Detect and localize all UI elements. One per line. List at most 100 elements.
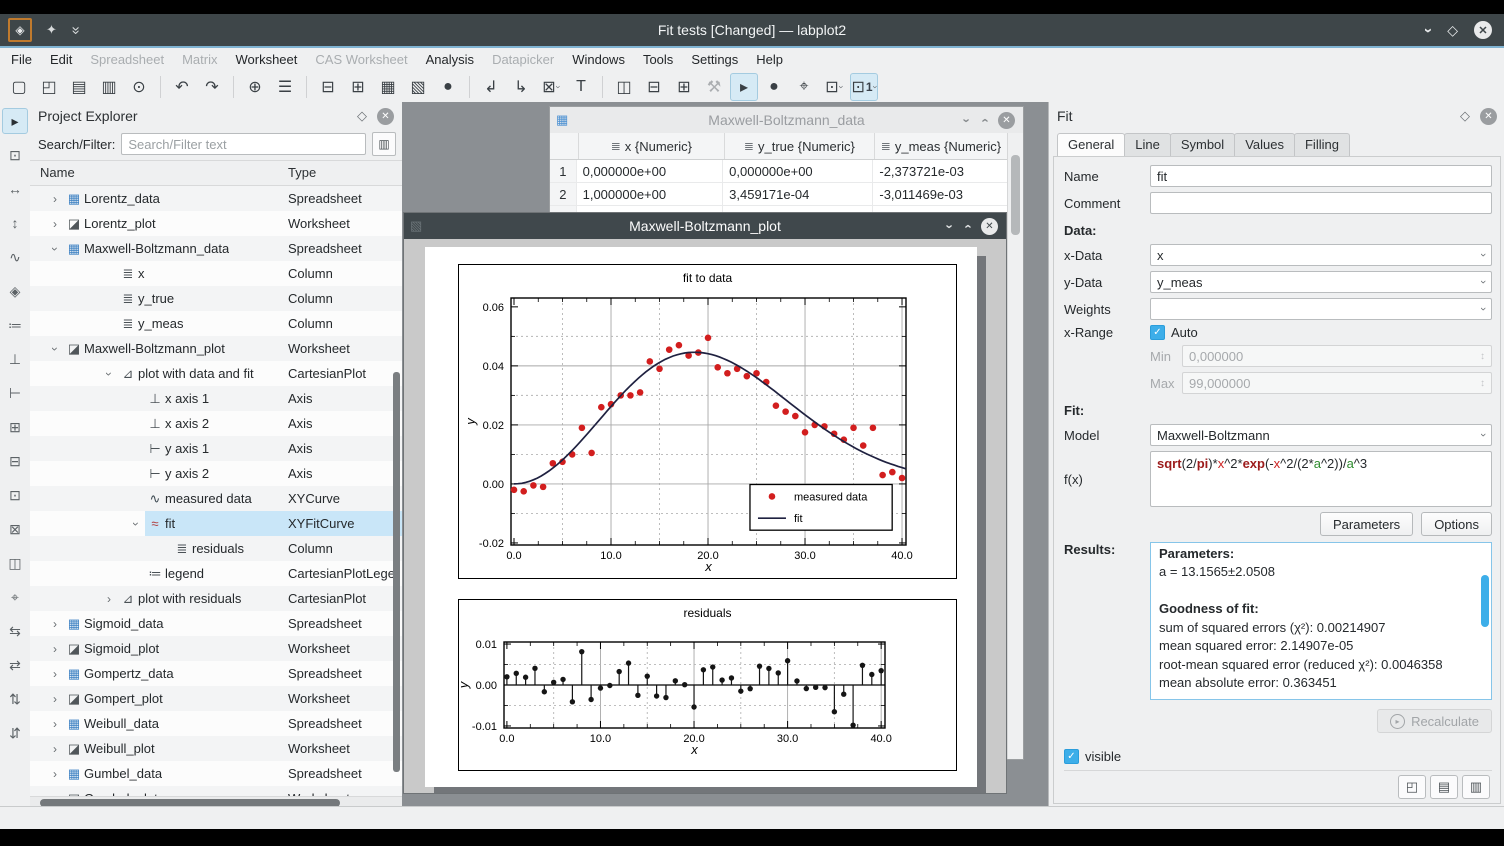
add-text-label-button[interactable]: T [567,73,595,101]
worksheet-page[interactable]: fit to data0.010.020.030.040.0-0.020.000… [425,247,977,787]
data-cell[interactable]: 3,459171e-04 [723,183,873,205]
tree-item-x-axis-2[interactable]: ⊥x axis 2Axis [30,411,402,436]
tree-item-sigmoid-data[interactable]: ›▦Sigmoid_dataSpreadsheet [30,611,402,636]
tab-general[interactable]: General [1057,133,1125,156]
weights-combobox[interactable] [1150,298,1492,320]
menu-worksheet[interactable]: Worksheet [226,48,306,72]
tree-item-y-true[interactable]: ≣y_trueColumn [30,286,402,311]
tree-item-fit[interactable]: ›≈fitXYFitCurve [30,511,402,536]
zoom-fit-x-button[interactable]: ◫ [2,550,28,576]
data-cell[interactable]: 1,000000e+00 [577,183,724,205]
tree-item-legend[interactable]: ≔legendCartesianPlotLegend [30,561,402,586]
unshade-window-icon[interactable] [959,224,974,228]
redo-button[interactable]: ↷ [198,73,226,101]
y-data-combobox[interactable]: y_meas [1150,271,1492,293]
close-window-icon[interactable] [998,112,1015,129]
new-folder-button[interactable]: ⊕ [241,73,269,101]
open-project-button[interactable]: ◰ [35,73,63,101]
maximize-icon[interactable] [1447,22,1458,39]
name-field[interactable]: fit [1150,165,1492,187]
column-header-1[interactable]: ≣x {Numeric} [579,133,725,159]
column-header-type[interactable]: Type [288,161,316,185]
menu-edit[interactable]: Edit [41,48,81,72]
spreadsheet-window-titlebar[interactable]: ▦ Maxwell-Boltzmann_data [550,107,1023,134]
new-project-button[interactable]: ▢ [5,73,33,101]
collapse-arrow-icon[interactable]: › [129,515,143,533]
tree-item-maxwell-boltzmann-plot[interactable]: ›◪Maxwell-Boltzmann_plotWorksheet [30,336,402,361]
tab-symbol[interactable]: Symbol [1170,133,1235,156]
scrollbar-thumb[interactable] [1011,155,1020,235]
fit-width-button[interactable]: ↔ [2,176,28,202]
expand-arrow-icon[interactable]: › [46,667,64,681]
save-as-function-button[interactable]: ▥ [1462,775,1490,799]
worksheet-window[interactable]: ▧ Maxwell-Boltzmann_plot fit to data0.01… [403,212,1007,794]
menu-settings[interactable]: Settings [682,48,747,72]
worksheet-viewport[interactable]: fit to data0.010.020.030.040.0-0.020.000… [404,239,1006,793]
expand-arrow-icon[interactable]: › [46,717,64,731]
column-header-name[interactable]: Name [30,165,75,180]
data-cell[interactable]: -2,373721e-03 [873,160,1008,182]
collapse-arrow-icon[interactable]: › [48,340,62,358]
data-cell[interactable]: 0,000000e+00 [577,160,724,182]
results-scrollbar[interactable] [1481,545,1489,697]
close-dock-icon[interactable] [377,108,394,125]
menu-tools[interactable]: Tools [634,48,682,72]
zoom-out-button[interactable]: ⊟ [2,448,28,474]
tree-item-residuals[interactable]: ≣residualsColumn [30,536,402,561]
toggle-properties-button[interactable]: ☰ [271,73,299,101]
add-xy-curve-button[interactable]: ∿ [2,244,28,270]
tree-item-gumbel-data[interactable]: ›▦Gumbel_dataSpreadsheet [30,761,402,786]
zoom-select-tool-button[interactable]: ⌖ [790,73,818,101]
expand-arrow-icon[interactable]: › [46,742,64,756]
select-tool-button[interactable]: ▸ [730,73,758,101]
shift-left-x-button[interactable]: ⇆ [2,618,28,644]
collapse-arrow-icon[interactable]: › [102,365,116,383]
min-spinbox[interactable]: 0,000000 [1182,345,1492,367]
tree-item-y-axis-1[interactable]: ⊢y axis 1Axis [30,436,402,461]
dropdown-caret-icon[interactable]: › [870,86,880,89]
tab-filling[interactable]: Filling [1294,133,1350,156]
expand-arrow-icon[interactable]: › [46,217,64,231]
worksheet-window-titlebar[interactable]: ▧ Maxwell-Boltzmann_plot [404,213,1006,239]
tree-item-gumbel-plot[interactable]: ›◪Gumbel_plotWorksheet [30,786,402,796]
menu-file[interactable]: File [2,48,41,72]
new-workbook-button[interactable]: ⊟ [314,73,342,101]
new-matrix-button[interactable]: ▦ [374,73,402,101]
tree-column-header[interactable]: Name Type [30,160,402,186]
save-project-button[interactable]: ▤ [65,73,93,101]
tree-item-x[interactable]: ≣xColumn [30,261,402,286]
expand-arrow-icon[interactable]: › [46,767,64,781]
import-data-button[interactable]: ↲ [477,73,505,101]
data-cell[interactable]: 0,000000e+00 [723,160,873,182]
fit-plot[interactable]: fit to data0.010.020.030.040.0-0.020.000… [458,264,957,579]
pan-tool-button[interactable]: ● [760,73,788,101]
menu-windows[interactable]: Windows [563,48,634,72]
expand-arrow-icon[interactable]: › [46,617,64,631]
tree-item-maxwell-boltzmann-data[interactable]: ›▦Maxwell-Boltzmann_dataSpreadsheet [30,236,402,261]
menu-analysis[interactable]: Analysis [417,48,483,72]
tree-item-gompert-plot[interactable]: ›◪Gompert_plotWorksheet [30,686,402,711]
columns-config-button[interactable] [372,132,396,156]
parameters-button[interactable]: Parameters [1320,512,1413,536]
dropdown-caret-icon[interactable]: › [836,86,846,89]
expand-arrow-icon[interactable]: › [46,642,64,656]
max-spinbox[interactable]: 99,000000 [1182,372,1492,394]
new-worksheet-button[interactable]: ▧ [404,73,432,101]
unshade-window-icon[interactable] [976,118,991,122]
new-spreadsheet-button[interactable]: ⊞ [344,73,372,101]
zoom-region-button[interactable]: ⊡ [2,482,28,508]
tree-item-x-axis-1[interactable]: ⊥x axis 1Axis [30,386,402,411]
shade-window-icon[interactable] [943,224,958,228]
tree-item-measured-data[interactable]: ∿measured dataXYCurve [30,486,402,511]
search-input[interactable]: Search/Filter text [121,133,366,155]
select-region-tool-button[interactable]: ⊡ [2,142,28,168]
add-equation-curve-button[interactable]: ◈ [2,278,28,304]
float-dock-icon[interactable] [357,108,367,124]
residuals-plot[interactable]: residuals0.010.020.030.040.0-0.010.000.0… [458,599,957,771]
tree-item-weibull-plot[interactable]: ›◪Weibull_plotWorksheet [30,736,402,761]
expand-arrow-icon[interactable]: › [46,192,64,206]
recalculate-button[interactable]: Recalculate [1377,709,1492,733]
expand-arrow-icon[interactable]: › [46,692,64,706]
tree-vertical-scrollbar[interactable] [393,372,400,772]
tree-item-gompertz-data[interactable]: ›▦Gompertz_dataSpreadsheet [30,661,402,686]
